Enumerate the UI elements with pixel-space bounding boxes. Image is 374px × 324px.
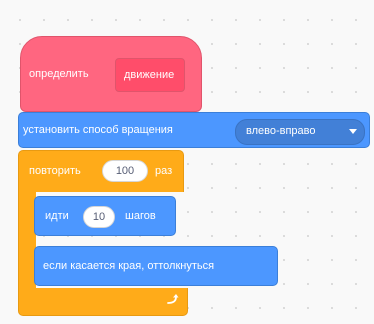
repeat-count-input[interactable]: 100	[102, 160, 148, 182]
bounce-on-edge-block[interactable]: если касается края, оттолкнуться	[34, 246, 278, 286]
set-rotation-style-block[interactable]: установить способ вращения влево-вправо	[18, 112, 370, 148]
move-suffix: шагов	[125, 210, 156, 222]
repeat-label: повторить	[29, 165, 81, 177]
repeat-suffix: раз	[155, 165, 173, 177]
loop-arrow-icon	[167, 294, 179, 304]
repeat-block[interactable]: повторить 100 раз	[18, 150, 184, 192]
rotation-style-label: установить способ вращения	[23, 124, 173, 136]
move-steps-block[interactable]: идти 10 шагов	[34, 196, 176, 236]
repeat-block-bottom	[18, 288, 188, 316]
define-name-label: движение	[124, 69, 175, 81]
define-name-block[interactable]: движение	[115, 58, 185, 92]
define-label: определить	[29, 68, 89, 80]
scripts-area[interactable]: определить движение установить способ вр…	[0, 0, 374, 324]
define-block[interactable]: определить движение	[20, 36, 202, 112]
rotation-style-dropdown[interactable]: влево-вправо	[235, 119, 365, 145]
move-label: идти	[45, 210, 69, 222]
dropdown-caret-icon	[349, 129, 357, 134]
move-steps-input[interactable]: 10	[83, 206, 115, 228]
bounce-label: если касается края, оттолкнуться	[43, 260, 215, 272]
rotation-style-value: влево-вправо	[246, 125, 316, 137]
